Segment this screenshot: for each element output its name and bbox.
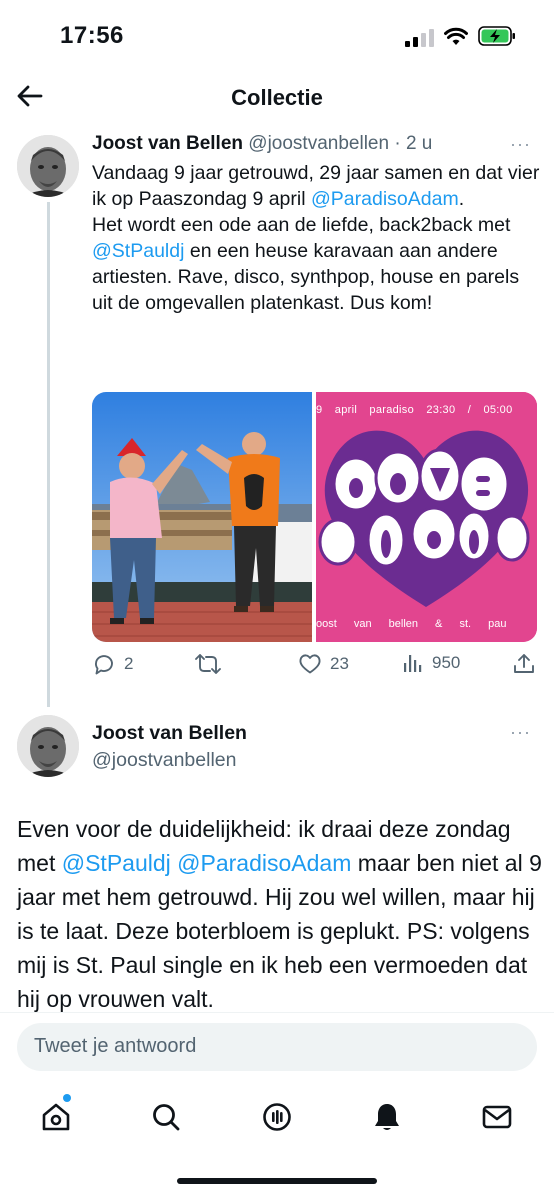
more-options-button[interactable]: ··· (510, 722, 531, 743)
share-icon (514, 654, 534, 673)
home-indicator (177, 1178, 377, 1184)
author-name[interactable]: Joost van Bellen (92, 722, 247, 745)
photo-image (92, 392, 312, 642)
view-count: 950 (432, 653, 461, 672)
tab-messages[interactable] (477, 1097, 517, 1137)
tab-notifications[interactable] (367, 1097, 407, 1137)
tweet-header: Joost van Bellen @joostvanbellen · 2 u (92, 133, 432, 155)
author-name[interactable]: Joost van Bellen (92, 133, 243, 154)
mention-link[interactable]: @StPauldj (92, 240, 184, 262)
media-grid: 9 april paradiso 23:30 / 05:00 oost van … (92, 392, 537, 642)
battery-charging-icon (478, 26, 515, 46)
mention-link[interactable]: @StPauldj (62, 850, 171, 876)
tab-spaces[interactable] (257, 1097, 297, 1137)
retweet-action[interactable] (194, 652, 230, 676)
tab-search[interactable] (146, 1097, 186, 1137)
tweet-actions: 2 23 950 (92, 652, 542, 682)
like-count: 23 (330, 654, 349, 673)
reply-action[interactable]: 2 (92, 652, 133, 676)
reply-input[interactable]: Tweet je antwoord (17, 1023, 537, 1071)
bell-icon (375, 1104, 399, 1130)
reply-icon (95, 655, 113, 675)
status-bar: 17:56 (0, 0, 554, 72)
tweet-text-paragraph: Vandaag 9 jaar getrouwd, 29 jaar samen e… (92, 160, 542, 212)
avatar-photo (17, 135, 79, 197)
cellular-signal-icon (405, 29, 434, 47)
avatar[interactable] (17, 135, 79, 197)
separator-dot: · (389, 133, 406, 154)
home-icon (42, 1103, 70, 1131)
bottom-tab-bar (0, 1082, 554, 1200)
search-icon (153, 1104, 180, 1131)
mention-link[interactable]: @ParadisoAdam (177, 850, 351, 876)
views-action[interactable]: 950 (402, 652, 460, 674)
top-header: Collectie (0, 72, 554, 124)
page-title: Collectie (231, 85, 323, 110)
author-handle[interactable]: @joostvanbellen (92, 749, 236, 772)
avatar-photo (17, 715, 79, 777)
status-time: 17:56 (60, 22, 124, 49)
poster-heart-art (316, 392, 537, 642)
reply-composer: Tweet je antwoord (0, 1012, 554, 1082)
media-poster-love-is-all[interactable]: 9 april paradiso 23:30 / 05:00 oost van … (316, 392, 537, 642)
poster-event-details: 9 april paradiso 23:30 / 05:00 (316, 404, 513, 416)
mention-link[interactable]: @ParadisoAdam (311, 188, 459, 210)
tweet-text-paragraph: Het wordt een ode aan de liefde, back2ba… (92, 212, 542, 316)
reply-count: 2 (124, 654, 134, 673)
views-chart-icon (404, 655, 422, 672)
thread-connector-line (47, 202, 50, 707)
wifi-icon (444, 27, 468, 45)
tab-home[interactable] (36, 1097, 76, 1137)
heart-icon (299, 654, 321, 674)
mail-icon (482, 1105, 512, 1129)
spaces-microphone-icon (263, 1103, 291, 1131)
tweet-time: 2 u (405, 133, 433, 154)
like-action[interactable]: 23 (298, 652, 349, 676)
tweet-text: Even voor de duidelijkheid: ik draai dez… (17, 812, 542, 1016)
new-content-dot (63, 1094, 71, 1102)
text-fragment: . (458, 188, 465, 210)
tweet-text: Vandaag 9 jaar getrouwd, 29 jaar samen e… (92, 160, 542, 316)
author-handle[interactable]: @joostvanbellen (248, 133, 389, 154)
retweet-icon (195, 654, 221, 674)
media-photo-couple[interactable] (92, 392, 312, 642)
avatar[interactable] (17, 715, 79, 777)
more-options-button[interactable]: ··· (510, 134, 531, 155)
poster-artists: oost van bellen & st. pau (316, 618, 507, 630)
text-fragment: Het wordt een ode aan de liefde, back2ba… (92, 214, 511, 236)
share-action[interactable] (512, 652, 536, 676)
